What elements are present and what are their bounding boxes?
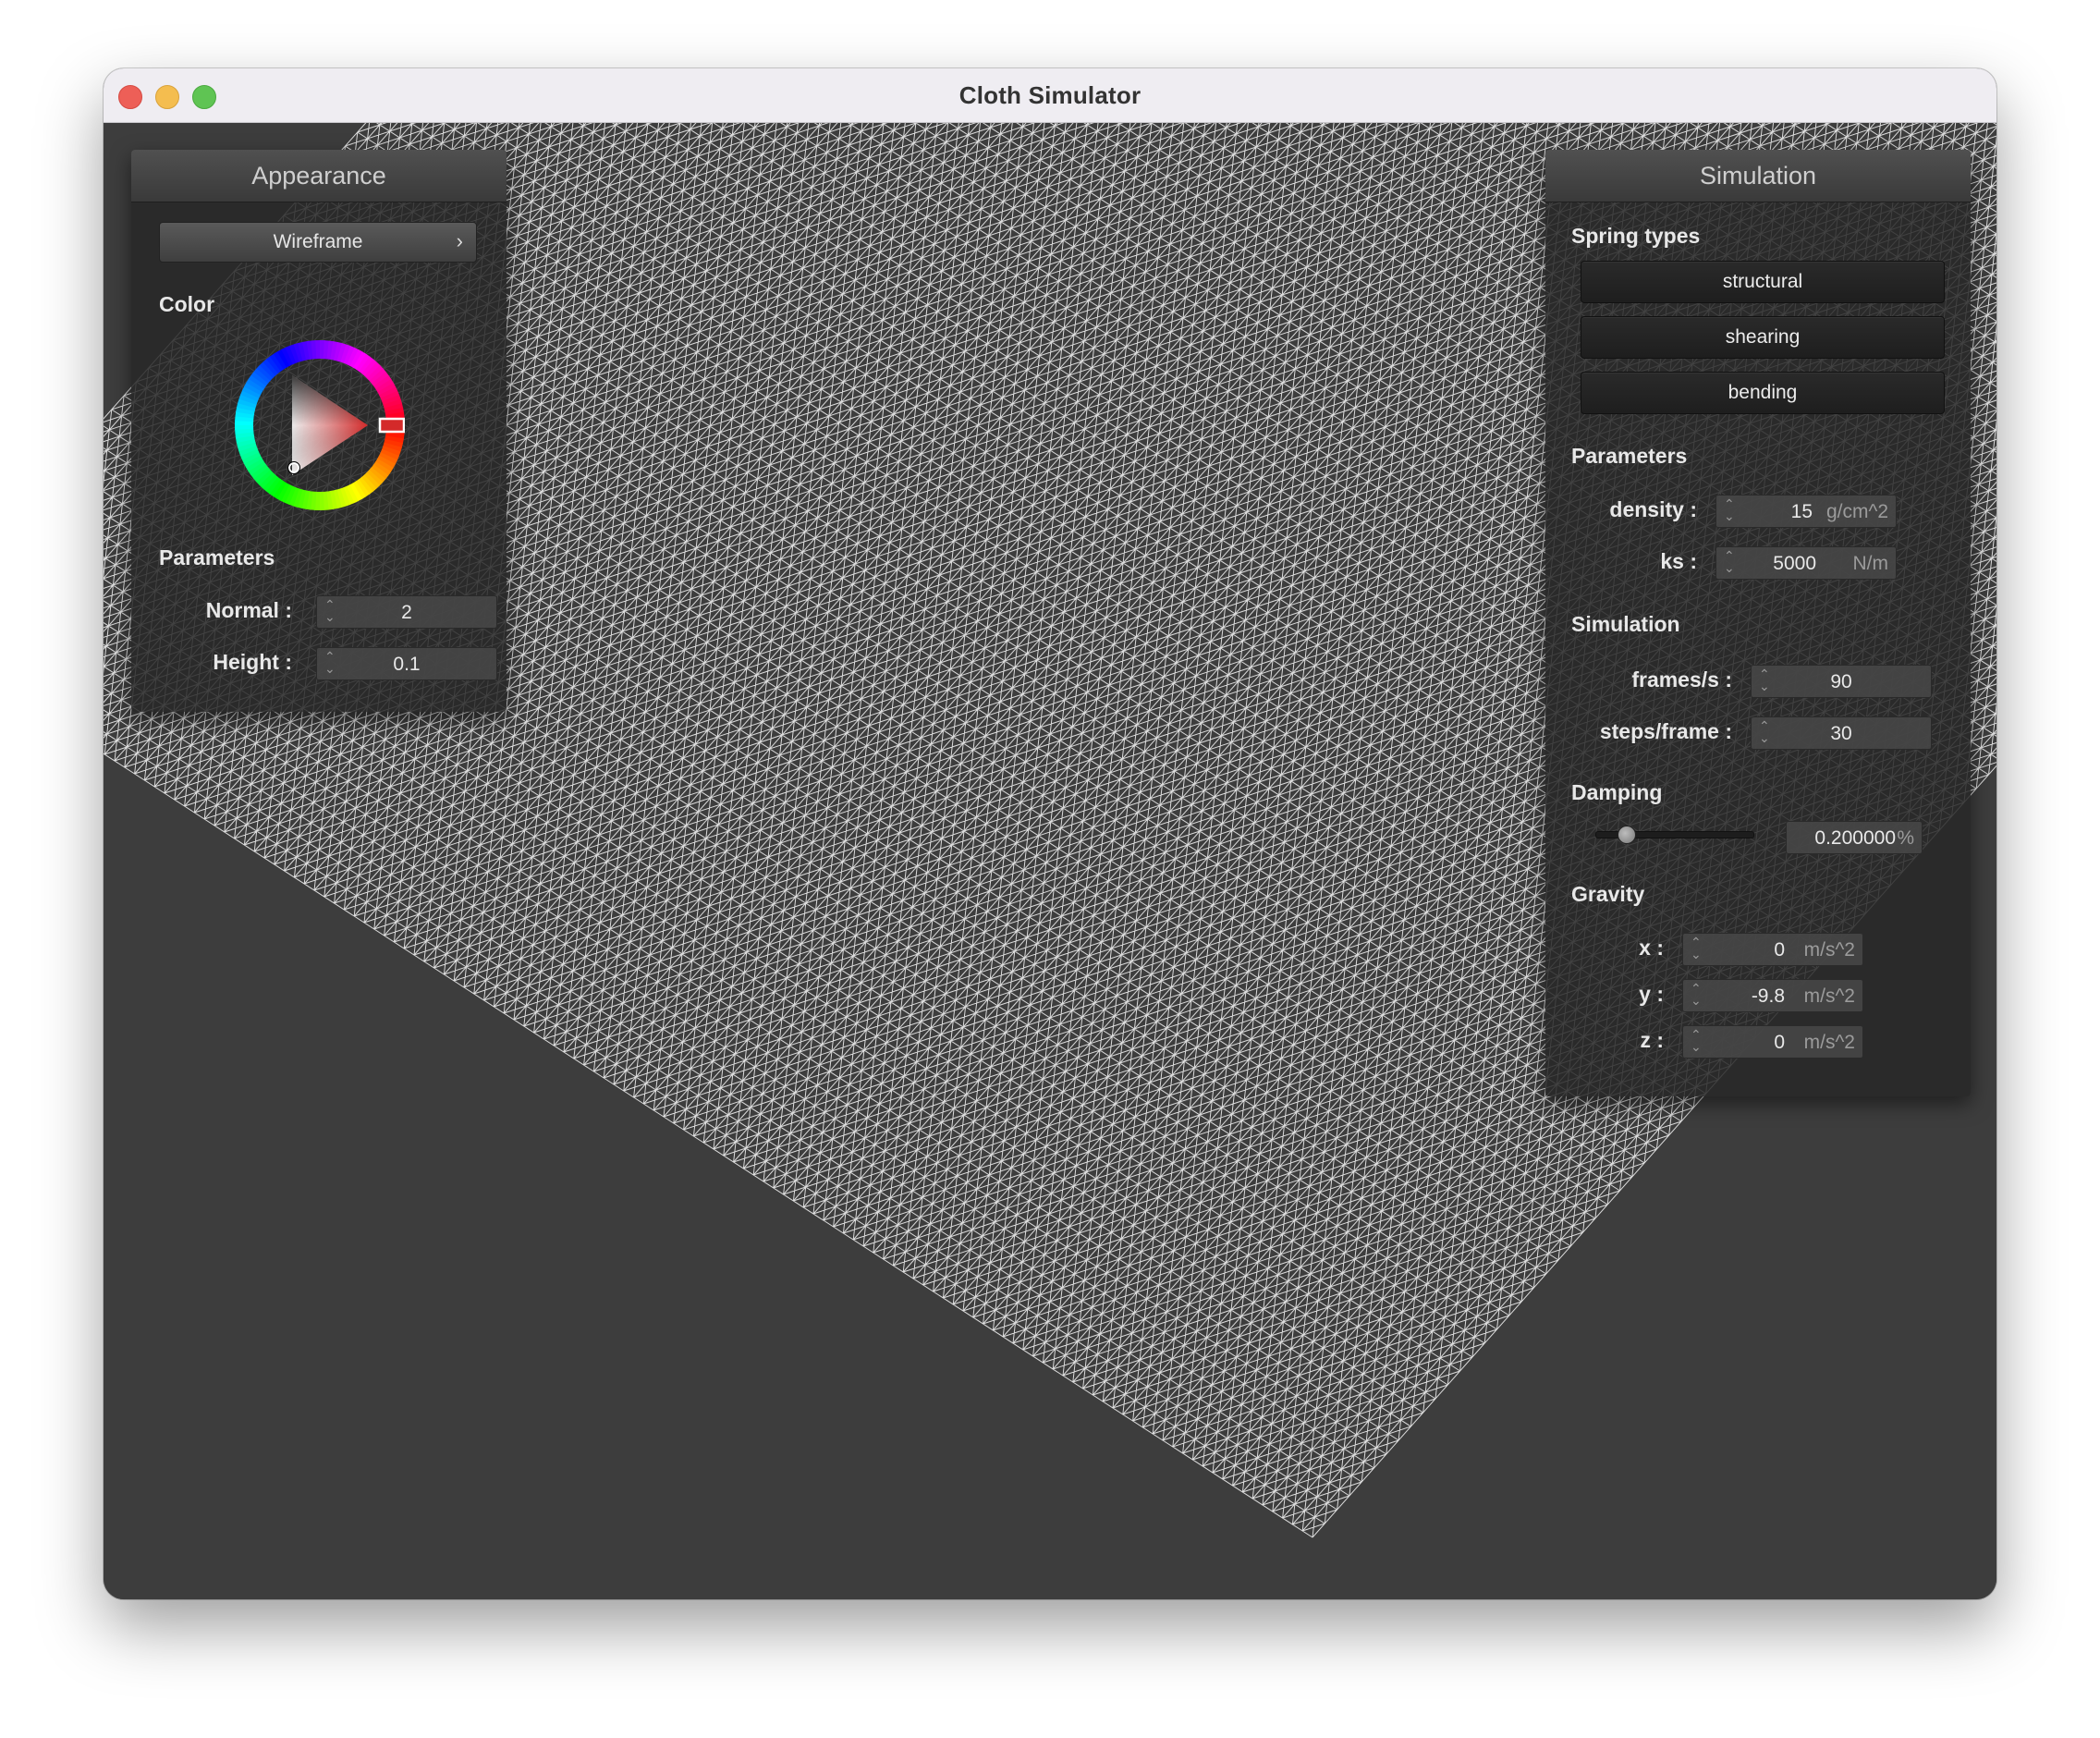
simulation-section-label: Simulation bbox=[1571, 612, 1680, 636]
height-input[interactable]: ⌃ ⌄ 0.1 bbox=[316, 647, 497, 680]
frames-per-second-input[interactable]: ⌃ ⌄ 90 bbox=[1751, 665, 1932, 698]
color-wheel[interactable] bbox=[235, 340, 406, 510]
title-bar: Cloth Simulator bbox=[104, 68, 1996, 123]
simulation-panel: Simulation Spring types structural shear… bbox=[1545, 150, 1971, 1096]
chevron-right-icon: › bbox=[456, 229, 463, 252]
spinner-arrows-icon[interactable]: ⌃ ⌄ bbox=[1691, 936, 1702, 961]
appearance-panel-header[interactable]: Appearance bbox=[131, 150, 507, 202]
frames-per-second-label: frames/s : bbox=[1631, 667, 1732, 692]
spinner-arrows-icon[interactable]: ⌃ ⌄ bbox=[1691, 982, 1702, 1007]
app-window: Cloth Simulator Appearance Wireframe › C… bbox=[104, 68, 1996, 1599]
simulation-parameters-label: Parameters bbox=[1571, 444, 1688, 468]
spinner-arrows-icon[interactable]: ⌃ ⌄ bbox=[1724, 549, 1735, 574]
height-label: Height : bbox=[213, 650, 292, 674]
damping-input[interactable]: 0.200000 % bbox=[1786, 821, 1923, 854]
normal-input[interactable]: ⌃ ⌄ 2 bbox=[316, 595, 497, 629]
density-unit: g/cm^2 bbox=[1825, 501, 1888, 522]
appearance-parameters-label: Parameters bbox=[159, 545, 275, 569]
bending-toggle-button[interactable]: bending bbox=[1581, 372, 1945, 414]
spinner-arrows-icon[interactable]: ⌃ ⌄ bbox=[1724, 497, 1735, 522]
density-label: density : bbox=[1609, 497, 1697, 521]
gravity-z-label: z : bbox=[1640, 1028, 1664, 1052]
window-title: Cloth Simulator bbox=[958, 80, 1142, 109]
shader-select-label: Wireframe bbox=[273, 231, 363, 252]
maximize-window-button[interactable] bbox=[192, 85, 216, 109]
close-window-button[interactable] bbox=[118, 85, 142, 109]
spring-types-label: Spring types bbox=[1571, 224, 1701, 248]
appearance-panel: Appearance Wireframe › Color Parameters … bbox=[131, 150, 507, 712]
shader-select-button[interactable]: Wireframe › bbox=[159, 222, 477, 263]
gravity-label: Gravity bbox=[1571, 882, 1645, 906]
damping-unit: % bbox=[1897, 827, 1914, 849]
spinner-arrows-icon[interactable]: ⌃ ⌄ bbox=[1691, 1028, 1702, 1053]
steps-per-frame-label: steps/frame : bbox=[1599, 719, 1732, 743]
color-section-label: Color bbox=[159, 292, 215, 316]
ks-unit: N/m bbox=[1852, 553, 1889, 574]
shearing-toggle-button[interactable]: shearing bbox=[1581, 316, 1945, 359]
steps-per-frame-input[interactable]: ⌃ ⌄ 30 bbox=[1751, 716, 1932, 750]
gravity-y-label: y : bbox=[1639, 982, 1664, 1006]
gravity-x-label: x : bbox=[1639, 936, 1664, 960]
hue-selector-marker[interactable] bbox=[378, 417, 406, 434]
density-input[interactable]: ⌃ ⌄ 15 g/cm^2 bbox=[1715, 495, 1897, 528]
minimize-window-button[interactable] bbox=[155, 85, 179, 109]
damping-slider-knob[interactable] bbox=[1618, 826, 1636, 844]
ks-input[interactable]: ⌃ ⌄ 5000 N/m bbox=[1715, 546, 1897, 580]
gravity-z-input[interactable]: ⌃ ⌄ 0 m/s^2 bbox=[1682, 1025, 1863, 1059]
damping-label: Damping bbox=[1571, 780, 1663, 804]
ks-label: ks : bbox=[1660, 549, 1697, 573]
gravity-y-input[interactable]: ⌃ ⌄ -9.8 m/s^2 bbox=[1682, 979, 1863, 1012]
simulation-panel-header[interactable]: Simulation bbox=[1545, 150, 1971, 202]
normal-label: Normal : bbox=[205, 598, 292, 622]
gravity-x-input[interactable]: ⌃ ⌄ 0 m/s^2 bbox=[1682, 933, 1863, 966]
structural-toggle-button[interactable]: structural bbox=[1581, 261, 1945, 303]
